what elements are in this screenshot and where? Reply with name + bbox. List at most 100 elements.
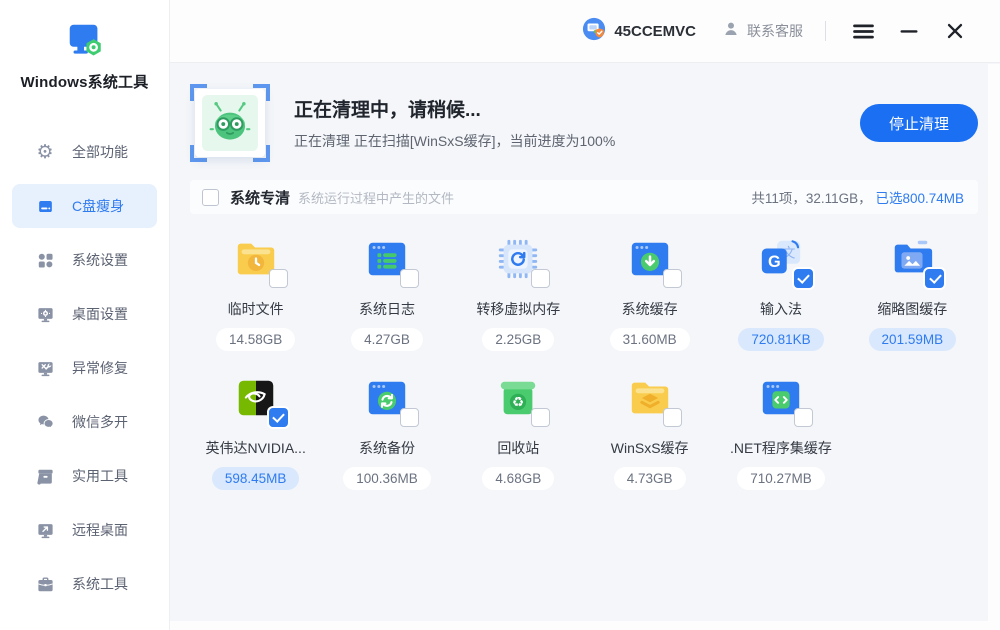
cleanup-item-size: 14.58GB	[216, 328, 295, 351]
cleaning-status-header: 正在清理中，请稍候... 正在清理 正在扫描[WinSxS缓存]，当前进度为10…	[190, 84, 978, 162]
contact-support-button[interactable]: 联系客服	[722, 20, 803, 43]
cleanup-item-icon-wrap	[889, 236, 935, 286]
cleanup-item[interactable]: 临时文件 14.58GB	[190, 228, 321, 351]
sidebar-item-icon: ⚙	[34, 141, 56, 163]
cleanup-item-checkbox[interactable]	[925, 269, 944, 288]
cleanup-item[interactable]: 系统缓存 31.60MB	[584, 228, 715, 351]
sidebar-item-6[interactable]: 实用工具	[12, 454, 157, 498]
cleanup-item-size: 4.73GB	[614, 467, 686, 490]
cleanup-item-size: 4.27GB	[351, 328, 423, 351]
close-button[interactable]	[940, 16, 970, 46]
cleanup-item-icon-wrap	[627, 375, 673, 425]
cleanup-item-checkbox[interactable]	[531, 269, 550, 288]
sidebar-item-3[interactable]: 桌面设置	[12, 292, 157, 336]
scrollbar-track[interactable]	[988, 64, 1000, 630]
sidebar: Windows系统工具 ⚙ 全部功能 C盘瘦身 系统设置 桌面设置 异常修复 微…	[0, 0, 170, 630]
cleanup-item[interactable]: 系统日志 4.27GB	[321, 228, 452, 351]
cleanup-item[interactable]: .NET程序集缓存 710.27MB	[715, 367, 846, 490]
topbar: 45CCEMVC 联系客服	[170, 0, 1000, 63]
cleanup-item-checkbox[interactable]	[663, 408, 682, 427]
account-badge[interactable]: 45CCEMVC	[582, 17, 696, 46]
cleanup-item[interactable]: 文G 输入法 720.81KB	[715, 228, 846, 351]
cleanup-item-checkbox[interactable]	[269, 269, 288, 288]
cleanup-item[interactable]: 缩略图缓存 201.59MB	[847, 228, 978, 351]
cleanup-item-name: 缩略图缓存	[847, 299, 978, 319]
sidebar-item-2[interactable]: 系统设置	[12, 238, 157, 282]
cleanup-item-size: 201.59MB	[869, 328, 957, 351]
sidebar-item-label: 异常修复	[72, 358, 128, 378]
cleanup-item-name: 回收站	[453, 438, 584, 458]
sidebar-item-1[interactable]: C盘瘦身	[12, 184, 157, 228]
app-title: Windows系统工具	[0, 71, 169, 92]
cleanup-item-checkbox[interactable]	[400, 408, 419, 427]
cleanup-item-checkbox[interactable]	[794, 269, 813, 288]
app-logo-icon	[64, 20, 106, 67]
sidebar-item-label: 微信多开	[72, 412, 128, 432]
sidebar-item-4[interactable]: 异常修复	[12, 346, 157, 390]
stop-cleaning-button[interactable]: 停止清理	[860, 104, 978, 142]
cleanup-item-size: 100.36MB	[343, 467, 431, 490]
topbar-divider	[825, 21, 826, 41]
sidebar-item-icon	[34, 249, 56, 271]
cleanup-item-size: 31.60MB	[610, 328, 690, 351]
account-id: 45CCEMVC	[614, 23, 696, 40]
cleanup-item-checkbox[interactable]	[663, 269, 682, 288]
sidebar-item-0[interactable]: ⚙ 全部功能	[12, 130, 157, 174]
cleanup-item[interactable]: 英伟达NVIDIA... 598.45MB	[190, 367, 321, 490]
sidebar-item-8[interactable]: 系统工具	[12, 562, 157, 606]
cleanup-item-size: 4.68GB	[482, 467, 554, 490]
cleanup-item[interactable]: ♻ 回收站 4.68GB	[453, 367, 584, 490]
select-all-checkbox[interactable]	[202, 189, 219, 206]
cleanup-item-icon-wrap	[233, 236, 279, 286]
cleanup-item-name: 系统日志	[321, 299, 452, 319]
cleanup-item[interactable]: 转移虚拟内存 2.25GB	[453, 228, 584, 351]
cleaning-status-detail: 正在清理 正在扫描[WinSxS缓存]，当前进度为100%	[294, 131, 615, 151]
cleanup-item-size: 598.45MB	[212, 467, 300, 490]
cleanup-item-name: 系统缓存	[584, 299, 715, 319]
account-shield-icon	[582, 17, 606, 46]
cleanup-item-icon-wrap	[364, 236, 410, 286]
selected-size: 已选800.74MB	[875, 191, 964, 206]
app-logo: Windows系统工具	[0, 0, 169, 92]
cleanup-item-checkbox[interactable]	[400, 269, 419, 288]
status-texts: 正在清理中，请稍候... 正在清理 正在扫描[WinSxS缓存]，当前进度为10…	[294, 95, 615, 151]
cleanup-item[interactable]: WinSxS缓存 4.73GB	[584, 367, 715, 490]
sidebar-item-label: 系统工具	[72, 574, 128, 594]
cleanup-item-size: 720.81KB	[738, 328, 823, 351]
section-stats: 共11项，32.11GB， 已选800.74MB	[751, 187, 964, 207]
sidebar-item-7[interactable]: 远程桌面	[12, 508, 157, 552]
menu-button[interactable]	[848, 16, 878, 46]
cleanup-item-checkbox[interactable]	[269, 408, 288, 427]
section-description: 系统运行过程中产生的文件	[298, 188, 454, 207]
cleanup-item-size: 710.27MB	[737, 467, 825, 490]
cleanup-item-name: 系统备份	[321, 438, 452, 458]
sidebar-item-label: 远程桌面	[72, 520, 128, 540]
cleanup-item-checkbox[interactable]	[531, 408, 550, 427]
svg-text:♻: ♻	[512, 395, 524, 410]
sidebar-item-icon	[34, 195, 56, 217]
sidebar-item-label: C盘瘦身	[72, 196, 124, 216]
sidebar-item-5[interactable]: 微信多开	[12, 400, 157, 444]
svg-text:G: G	[768, 253, 781, 271]
contact-support-label: 联系客服	[747, 21, 803, 41]
sidebar-item-icon	[34, 357, 56, 379]
main-area: 45CCEMVC 联系客服	[170, 0, 1000, 630]
cleanup-item-name: 英伟达NVIDIA...	[190, 438, 321, 458]
cleanup-item-icon-wrap: 文G	[758, 236, 804, 286]
user-icon	[722, 20, 740, 43]
sidebar-item-icon	[34, 519, 56, 541]
cleaning-status-title: 正在清理中，请稍候...	[294, 95, 615, 122]
sidebar-item-icon	[34, 303, 56, 325]
sidebar-item-label: 桌面设置	[72, 304, 128, 324]
cleanup-item-icon-wrap	[495, 236, 541, 286]
cleanup-item-checkbox[interactable]	[794, 408, 813, 427]
minimize-button[interactable]	[894, 16, 924, 46]
section-header: 系统专清 系统运行过程中产生的文件 共11项，32.11GB， 已选800.74…	[190, 180, 978, 214]
sidebar-item-label: 实用工具	[72, 466, 128, 486]
sidebar-item-icon	[34, 411, 56, 433]
cleanup-item-size: 2.25GB	[482, 328, 554, 351]
robot-icon	[195, 89, 265, 157]
cleanup-item-name: 转移虚拟内存	[453, 299, 584, 319]
cleanup-item-icon-wrap: ♻	[495, 375, 541, 425]
cleanup-item[interactable]: 系统备份 100.36MB	[321, 367, 452, 490]
